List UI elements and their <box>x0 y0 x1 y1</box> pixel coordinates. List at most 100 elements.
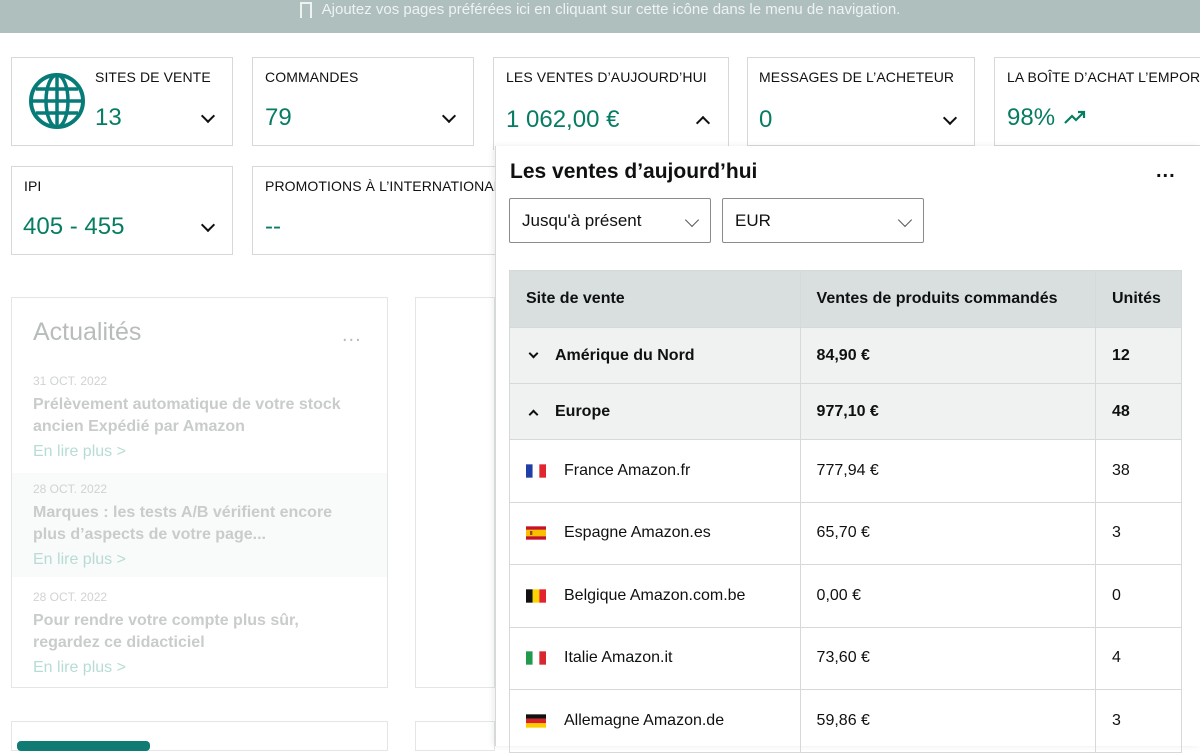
read-more-link[interactable]: En lire plus > <box>33 659 366 677</box>
card-buybox-value: 98% <box>1007 104 1056 131</box>
site-name: Italie Amazon.it <box>564 649 673 667</box>
sales-cell: 59,86 € <box>799 689 1097 753</box>
table-header-row: Site de vente Ventes de produits command… <box>509 270 1182 328</box>
card-sites-label: SITES DE VENTE <box>95 69 211 85</box>
column-header-site: Site de vente <box>509 270 801 328</box>
banner-text: Ajoutez vos pages préférées ici en cliqu… <box>321 1 901 18</box>
card-messages[interactable]: MESSAGES DE L’ACHETEUR 0 <box>747 57 975 146</box>
site-name: Belgique Amazon.com.be <box>564 586 746 604</box>
news-date: 28 OCT. 2022 <box>33 590 108 604</box>
card-sales-label: LES VENTES D’AUJOURD’HUI <box>506 69 707 85</box>
chevron-down-icon[interactable] <box>200 217 216 233</box>
sales-cell: 73,60 € <box>799 626 1097 690</box>
widget-button[interactable] <box>17 741 150 751</box>
sales-dropdown-panel: Les ventes d’aujourd’hui ... Jusqu'à pré… <box>495 146 1200 753</box>
column-header-units: Unités <box>1095 270 1182 328</box>
trend-up-icon <box>1064 110 1086 124</box>
chevron-down-icon[interactable] <box>942 110 958 126</box>
site-cell: Espagne Amazon.es <box>509 501 801 565</box>
more-icon[interactable]: ... <box>1156 160 1176 183</box>
read-more-link[interactable]: En lire plus > <box>33 551 366 569</box>
table-row: Allemagne Amazon.de 59,86 € 3 <box>509 689 1182 753</box>
units-cell: 4 <box>1095 626 1182 690</box>
chevron-down-icon[interactable] <box>200 108 216 124</box>
chevron-down-icon <box>897 212 913 228</box>
sales-cell: 65,70 € <box>799 501 1097 565</box>
favorites-banner: Ajoutez vos pages préférées ici en cliqu… <box>0 0 1200 33</box>
card-orders[interactable]: COMMANDES 79 <box>252 57 474 146</box>
site-cell: Italie Amazon.it <box>509 626 801 690</box>
card-buybox-label: LA BOÎTE D’ACHAT L’EMPORTE <box>1007 69 1200 85</box>
card-orders-value: 79 <box>265 104 292 131</box>
card-buybox[interactable]: LA BOÎTE D’ACHAT L’EMPORTE 98% <box>994 57 1200 146</box>
table-row: Italie Amazon.it 73,60 € 4 <box>509 626 1182 690</box>
site-cell: Allemagne Amazon.de <box>509 689 801 753</box>
news-item[interactable]: 31 OCT. 2022 Prélèvement automatique de … <box>12 374 387 461</box>
group-name: Europe <box>555 402 611 420</box>
table-row: Espagne Amazon.es 65,70 € 3 <box>509 501 1182 565</box>
currency-select[interactable]: EUR <box>722 198 924 243</box>
chevron-down-icon[interactable] <box>528 348 539 358</box>
news-item[interactable]: 28 OCT. 2022 Marques : les tests A/B vér… <box>12 473 387 577</box>
chevron-down-icon <box>684 212 700 228</box>
card-promotions[interactable]: PROMOTIONS À L’INTERNATIONAL -- <box>252 166 512 255</box>
group-sales-cell: 84,90 € <box>799 327 1097 384</box>
bookmark-icon <box>299 1 312 18</box>
germany-flag-icon <box>526 713 546 728</box>
group-units-cell: 48 <box>1095 383 1182 440</box>
widget-placeholder <box>415 721 495 751</box>
card-ipi-value: 405 - 455 <box>23 213 125 240</box>
currency-select-value: EUR <box>735 211 771 230</box>
chevron-up-icon[interactable] <box>528 409 539 419</box>
belgium-flag-icon <box>526 588 546 603</box>
news-headline[interactable]: Marques : les tests A/B vérifient encore… <box>33 502 366 546</box>
news-date: 31 OCT. 2022 <box>33 374 108 388</box>
news-date: 28 OCT. 2022 <box>33 482 108 496</box>
panel-title: Les ventes d’aujourd’hui <box>510 160 758 183</box>
france-flag-icon <box>526 463 546 478</box>
table-group-row[interactable]: Amérique du Nord 84,90 € 12 <box>509 327 1182 384</box>
chevron-down-icon[interactable] <box>441 108 457 124</box>
news-title: Actualités <box>33 318 142 346</box>
card-sites[interactable]: SITES DE VENTE 13 <box>11 57 233 146</box>
news-headline[interactable]: Prélèvement automatique de votre stock a… <box>33 394 366 438</box>
site-name: Espagne Amazon.es <box>564 524 711 542</box>
site-cell: Belgique Amazon.com.be <box>509 564 801 628</box>
card-ipi[interactable]: IPI 405 - 455 <box>11 166 233 255</box>
site-cell: France Amazon.fr <box>509 439 801 503</box>
group-name-cell[interactable]: Amérique du Nord <box>509 327 801 384</box>
news-widget: Actualités ... 31 OCT. 2022 Prélèvement … <box>11 297 388 688</box>
group-sales-cell: 977,10 € <box>799 383 1097 440</box>
chevron-up-icon[interactable] <box>695 115 711 131</box>
column-header-sales: Ventes de produits commandés <box>799 270 1097 328</box>
card-orders-label: COMMANDES <box>265 69 359 85</box>
card-messages-value: 0 <box>759 106 773 133</box>
news-item[interactable]: 28 OCT. 2022 Pour rendre votre compte pl… <box>12 590 387 677</box>
table-row: Belgique Amazon.com.be 0,00 € 0 <box>509 564 1182 628</box>
sales-cell: 0,00 € <box>799 564 1097 628</box>
units-cell: 38 <box>1095 439 1182 503</box>
card-sales[interactable]: LES VENTES D’AUJOURD’HUI 1 062,00 € <box>493 57 729 150</box>
table-row: France Amazon.fr 777,94 € 38 <box>509 439 1182 503</box>
sales-cell: 777,94 € <box>799 439 1097 503</box>
group-name-cell[interactable]: Europe <box>509 383 801 440</box>
read-more-link[interactable]: En lire plus > <box>33 443 366 461</box>
card-sites-value: 13 <box>95 104 122 131</box>
italy-flag-icon <box>526 651 546 665</box>
globe-icon <box>29 73 85 129</box>
more-icon[interactable]: ... <box>342 324 362 347</box>
card-ipi-label: IPI <box>24 178 42 194</box>
units-cell: 0 <box>1095 564 1182 628</box>
news-headline[interactable]: Pour rendre votre compte plus sûr, regar… <box>33 610 366 654</box>
group-units-cell: 12 <box>1095 327 1182 384</box>
card-messages-label: MESSAGES DE L’ACHETEUR <box>759 69 955 85</box>
card-sales-value: 1 062,00 € <box>506 106 620 133</box>
spain-flag-icon <box>526 526 546 540</box>
card-promotions-value: -- <box>265 213 281 240</box>
units-cell: 3 <box>1095 501 1182 565</box>
period-select-value: Jusqu'à présent <box>522 211 642 230</box>
period-select[interactable]: Jusqu'à présent <box>509 198 711 243</box>
units-cell: 3 <box>1095 689 1182 753</box>
table-group-row[interactable]: Europe 977,10 € 48 <box>509 383 1182 440</box>
widget-placeholder <box>415 297 495 688</box>
